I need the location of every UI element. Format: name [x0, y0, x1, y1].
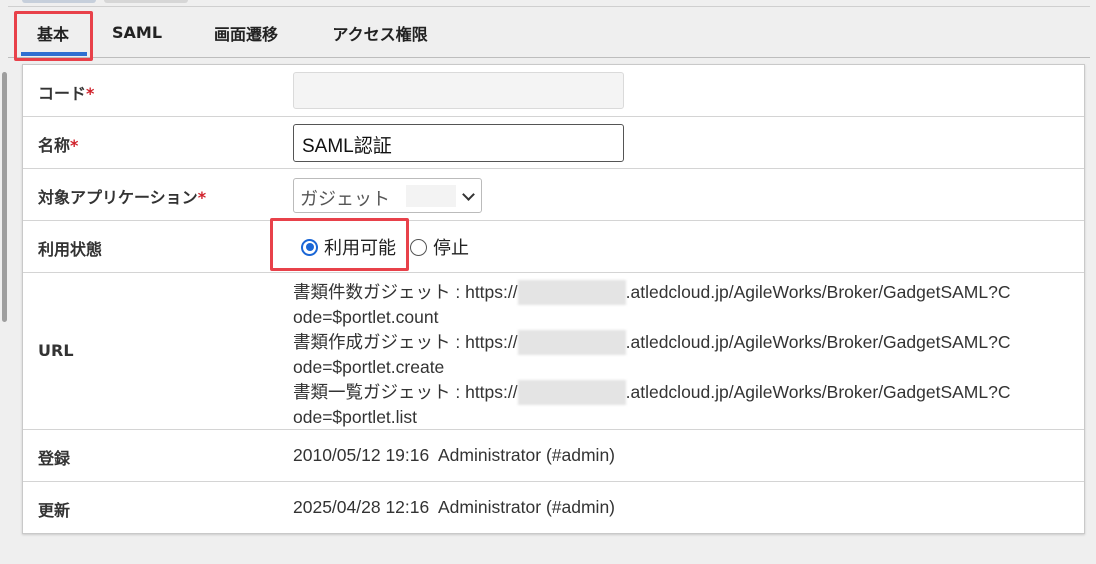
field-label-name: 名称* [38, 136, 79, 155]
url-line: 書類作成ガジェット : https://.atledcloud.jp/Agile… [293, 330, 1073, 355]
tab-label: アクセス権限 [332, 24, 428, 44]
radio-stopped[interactable]: 停止 [410, 234, 469, 260]
url-line: 書類件数ガジェット : https://.atledcloud.jp/Agile… [293, 280, 1073, 305]
form-row-name: 名称* SAML認証 [23, 117, 1084, 169]
form-row-url: URL 書類件数ガジェット : https://.atledcloud.jp/A… [23, 273, 1084, 430]
required-mark: * [197, 188, 207, 207]
radio-checked-icon[interactable] [301, 238, 318, 256]
tab-label: SAML [111, 23, 163, 42]
url-list: 書類件数ガジェット : https://.atledcloud.jp/Agile… [293, 280, 1073, 430]
url-line: 書類一覧ガジェット : https://.atledcloud.jp/Agile… [293, 380, 1073, 405]
radio-available[interactable]: 利用可能 [301, 234, 396, 260]
detail-form-card: コード* 名称* SAML認証 対象アプリケーション* ガジェット 利用状態 利… [22, 64, 1085, 534]
active-tab-indicator [21, 52, 87, 56]
radio-label: 利用可能 [324, 238, 396, 259]
tab-bar: 基本 SAML 画面遷移 アクセス権限 [8, 6, 1090, 61]
status-radio-group: 利用可能 停止 [293, 233, 469, 261]
required-mark: * [70, 136, 79, 155]
target-app-select[interactable]: ガジェット [293, 178, 482, 213]
radio-label: 停止 [433, 238, 469, 259]
form-row-updated: 更新 2025/04/28 12:16 Administrator (#admi… [23, 482, 1084, 534]
field-label-updated: 更新 [38, 501, 71, 520]
form-row-target-app: 対象アプリケーション* ガジェット [23, 169, 1084, 221]
tab-basic[interactable]: 基本 [14, 7, 92, 58]
redacted-area [406, 185, 456, 207]
updated-value: 2025/04/28 12:16 Administrator (#admin) [293, 497, 615, 517]
registered-value: 2010/05/12 19:16 Administrator (#admin) [293, 445, 615, 465]
form-row-status: 利用状態 利用可能 停止 [23, 218, 1084, 273]
select-value: ガジェット [300, 189, 390, 210]
redacted-area [517, 330, 626, 355]
tab-label: 基本 [36, 24, 69, 44]
field-label-target-app: 対象アプリケーション* [38, 188, 207, 207]
redacted-area [517, 380, 626, 405]
url-line-cont: ode=$portlet.list [293, 407, 418, 427]
field-label-registered: 登録 [38, 449, 71, 468]
top-button-remnant[interactable] [22, 0, 96, 3]
required-mark: * [86, 84, 95, 103]
form-row-registered: 登録 2010/05/12 19:16 Administrator (#admi… [23, 430, 1084, 482]
radio-unchecked-icon[interactable] [410, 238, 427, 256]
form-row-code: コード* [23, 65, 1084, 117]
tab-saml[interactable]: SAML [104, 7, 170, 58]
scrollbar[interactable] [2, 72, 7, 322]
field-label-status: 利用状態 [38, 240, 103, 259]
redacted-area [517, 280, 626, 305]
tab-access-rights[interactable]: アクセス権限 [318, 7, 442, 58]
tab-screen-transition[interactable]: 画面遷移 [202, 7, 290, 58]
tab-label: 画面遷移 [213, 24, 278, 44]
name-input[interactable]: SAML認証 [293, 124, 624, 162]
field-label-code: コード* [38, 84, 95, 103]
code-input[interactable] [293, 72, 624, 109]
chevron-down-icon [462, 188, 475, 201]
url-line-cont: ode=$portlet.count [293, 307, 439, 327]
top-button-remnant[interactable] [104, 0, 188, 3]
field-label-url: URL [38, 341, 74, 360]
url-line-cont: ode=$portlet.create [293, 357, 445, 377]
